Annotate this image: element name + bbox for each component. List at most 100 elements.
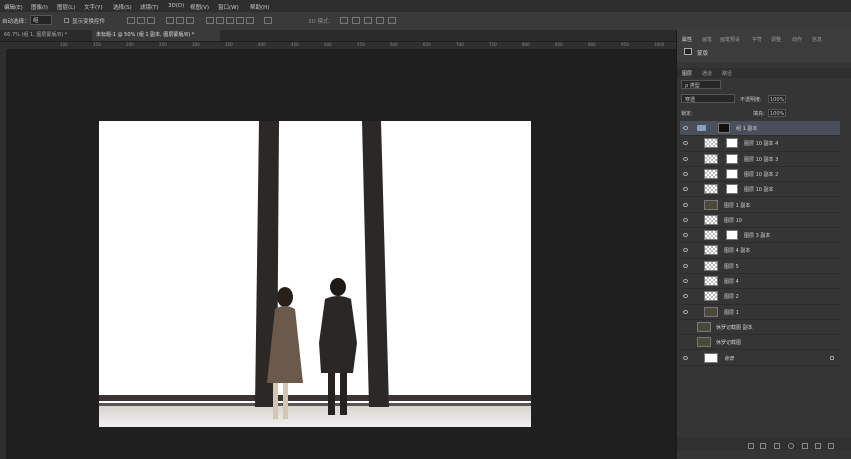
opacity-input[interactable]: 100% bbox=[768, 95, 786, 103]
visibility-eye-icon[interactable] bbox=[683, 187, 688, 192]
layer-thumbnail[interactable] bbox=[697, 321, 711, 332]
menu-item[interactable]: 编辑(E) bbox=[4, 3, 23, 11]
layer-thumbnail[interactable] bbox=[704, 199, 718, 210]
auto-select-dropdown[interactable]: 组 bbox=[30, 15, 52, 25]
new-group-icon[interactable] bbox=[802, 443, 808, 449]
menu-item[interactable]: 选择(S) bbox=[113, 3, 132, 11]
panel-tab[interactable]: 调整 bbox=[771, 36, 781, 43]
tab-document-1[interactable]: 66.7% (组 1, 图层蒙版/8) * bbox=[0, 30, 90, 41]
layer-thumbnail[interactable] bbox=[704, 168, 718, 179]
panel-tab[interactable]: 画笔 bbox=[702, 36, 712, 43]
layer-row[interactable]: 图层 4 副本 bbox=[680, 243, 840, 259]
visibility-eye-icon[interactable] bbox=[683, 202, 688, 207]
layer-row[interactable]: 背景 bbox=[680, 351, 840, 366]
menu-item[interactable]: 图层(L) bbox=[57, 3, 75, 11]
layers-panel-tab[interactable]: 路径 bbox=[722, 70, 732, 77]
align-tool-icon[interactable] bbox=[246, 17, 254, 24]
align-tool-icon[interactable] bbox=[364, 17, 372, 24]
visibility-eye-icon[interactable] bbox=[683, 141, 688, 146]
align-tool-icon[interactable] bbox=[137, 17, 145, 24]
layer-mask-thumbnail[interactable] bbox=[726, 184, 738, 195]
layer-thumbnail[interactable] bbox=[697, 337, 711, 348]
align-tool-icon[interactable] bbox=[226, 17, 234, 24]
menu-item[interactable]: 帮助(H) bbox=[250, 3, 269, 11]
fill-input[interactable]: 100% bbox=[768, 109, 786, 117]
menu-item[interactable]: 窗口(W) bbox=[218, 3, 239, 11]
visibility-eye-icon[interactable] bbox=[683, 248, 688, 253]
menu-item[interactable]: 3D(D) bbox=[168, 3, 184, 9]
align-tool-icon[interactable] bbox=[186, 17, 194, 24]
visibility-eye-icon[interactable] bbox=[683, 355, 688, 360]
layer-thumbnail[interactable] bbox=[704, 184, 718, 195]
layer-row[interactable]: 图层 10 副本 4 bbox=[680, 136, 840, 152]
layer-thumbnail[interactable] bbox=[704, 230, 718, 241]
panel-tab[interactable]: 字符 bbox=[752, 36, 762, 43]
layer-thumbnail[interactable] bbox=[704, 214, 718, 225]
layer-thumbnail[interactable] bbox=[704, 260, 718, 271]
layer-mask-thumbnail[interactable] bbox=[726, 230, 738, 241]
group-mask-thumbnail[interactable] bbox=[718, 123, 730, 133]
align-tool-icon[interactable] bbox=[166, 17, 174, 24]
layer-row[interactable]: 图层 5 bbox=[680, 259, 840, 274]
align-tool-icon[interactable] bbox=[147, 17, 155, 24]
layer-mask-thumbnail[interactable] bbox=[726, 168, 738, 179]
visibility-eye-icon[interactable] bbox=[683, 217, 688, 222]
panel-tab[interactable]: 属性 bbox=[682, 36, 692, 43]
layer-mask-thumbnail[interactable] bbox=[726, 153, 738, 164]
panel-tab[interactable]: 画笔预设 bbox=[720, 36, 740, 43]
layer-row[interactable]: 图层 4 bbox=[680, 274, 840, 290]
panel-tab[interactable]: 信息 bbox=[812, 36, 822, 43]
visibility-eye-icon[interactable] bbox=[683, 279, 688, 283]
layer-row[interactable]: 休罗记截图 bbox=[680, 335, 840, 351]
menu-item[interactable]: 图像(I) bbox=[31, 3, 48, 11]
layer-thumbnail[interactable] bbox=[704, 306, 718, 317]
visibility-eye-icon[interactable] bbox=[683, 156, 688, 161]
visibility-eye-icon[interactable] bbox=[683, 294, 688, 299]
visibility-eye-icon[interactable] bbox=[683, 126, 688, 130]
layer-row[interactable]: 组 1 副本 bbox=[680, 121, 840, 137]
align-tool-icon[interactable] bbox=[206, 17, 214, 24]
layer-row[interactable]: 图层 3 副本 bbox=[680, 228, 840, 244]
align-tool-icon[interactable] bbox=[352, 17, 360, 24]
add-mask-icon[interactable] bbox=[774, 443, 780, 449]
align-tool-icon[interactable] bbox=[388, 17, 396, 24]
layer-thumbnail[interactable] bbox=[704, 138, 718, 149]
layer-row[interactable]: 休罗记截图 副本 bbox=[680, 320, 840, 336]
align-tool-icon[interactable] bbox=[376, 17, 384, 24]
layers-panel-tab[interactable]: 图层 bbox=[682, 70, 692, 77]
visibility-eye-icon[interactable] bbox=[683, 171, 688, 176]
layer-row[interactable]: 图层 1 bbox=[680, 305, 840, 320]
layer-row[interactable]: 图层 10 bbox=[680, 213, 840, 229]
layer-style-icon[interactable] bbox=[760, 443, 766, 449]
align-tool-icon[interactable] bbox=[264, 17, 272, 24]
tab-document-2[interactable]: 未标题-1 @ 50% (组 1 副本, 图层蒙版/8) * bbox=[92, 30, 220, 41]
layer-thumbnail[interactable] bbox=[704, 291, 718, 302]
layer-row[interactable]: 图层 1 副本 bbox=[680, 198, 840, 213]
layer-row[interactable]: 图层 10 副本 3 bbox=[680, 152, 840, 167]
visibility-eye-icon[interactable] bbox=[683, 263, 688, 268]
layer-thumbnail[interactable] bbox=[704, 153, 718, 164]
menu-item[interactable]: 文字(Y) bbox=[84, 3, 103, 11]
align-tool-icon[interactable] bbox=[176, 17, 184, 24]
blend-mode-select[interactable]: 穿透 bbox=[681, 94, 735, 103]
new-layer-icon[interactable] bbox=[815, 443, 821, 449]
align-tool-icon[interactable] bbox=[340, 17, 348, 24]
link-layers-icon[interactable] bbox=[748, 443, 754, 449]
layer-thumbnail[interactable] bbox=[704, 276, 718, 286]
trash-icon[interactable] bbox=[828, 443, 834, 449]
menu-item[interactable]: 滤镜(T) bbox=[140, 3, 159, 11]
align-tool-icon[interactable] bbox=[127, 17, 135, 24]
panel-tab[interactable]: 动作 bbox=[792, 36, 802, 43]
layer-row[interactable]: 图层 2 bbox=[680, 289, 840, 305]
layer-kind-filter[interactable]: ρ 类型 bbox=[681, 80, 721, 89]
layer-mask-thumbnail[interactable] bbox=[726, 138, 738, 149]
visibility-eye-icon[interactable] bbox=[683, 309, 688, 314]
visibility-eye-icon[interactable] bbox=[683, 233, 688, 238]
layer-row[interactable]: 图层 10 副本 bbox=[680, 182, 840, 198]
show-transform-checkbox[interactable] bbox=[64, 18, 69, 23]
menu-item[interactable]: 视图(V) bbox=[190, 3, 209, 11]
align-tool-icon[interactable] bbox=[236, 17, 244, 24]
align-tool-icon[interactable] bbox=[216, 17, 224, 24]
layer-row[interactable]: 图层 10 副本 2 bbox=[680, 167, 840, 183]
layer-thumbnail[interactable] bbox=[704, 245, 718, 256]
